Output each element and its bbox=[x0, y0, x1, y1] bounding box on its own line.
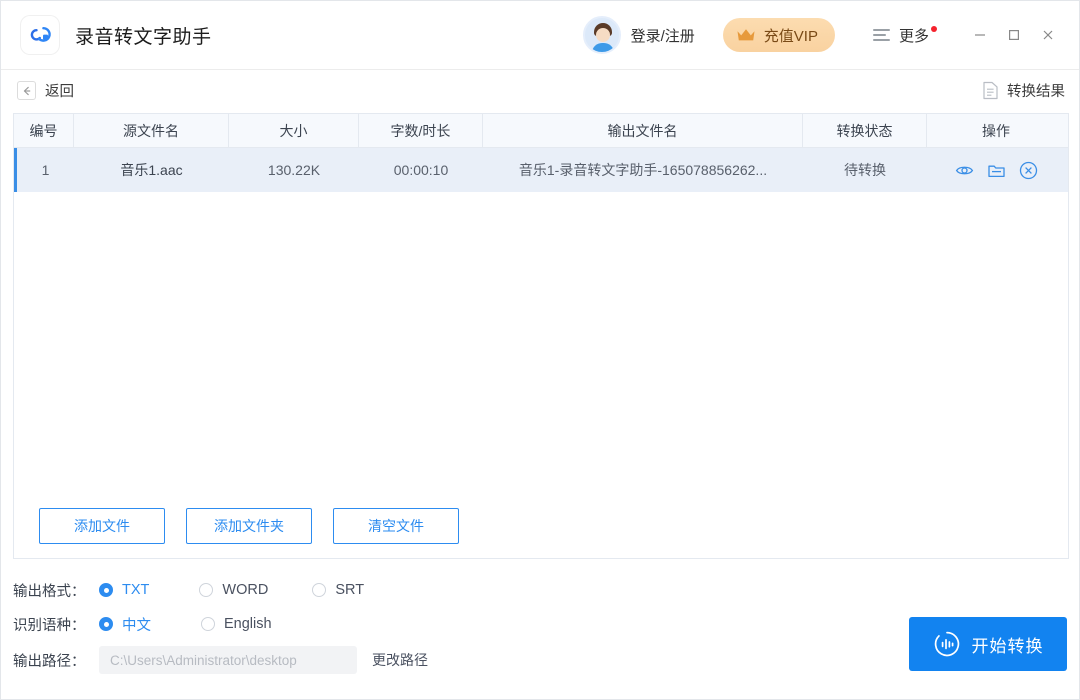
account-login-button[interactable]: 登录/注册 bbox=[583, 16, 695, 54]
user-avatar-icon bbox=[583, 16, 621, 54]
language-option-english-label: English bbox=[224, 616, 272, 632]
crown-icon bbox=[736, 27, 756, 43]
minimize-icon bbox=[973, 28, 987, 42]
sub-toolbar: 返回 转换结果 bbox=[1, 70, 1079, 111]
format-option-srt[interactable]: SRT bbox=[312, 582, 364, 598]
document-icon bbox=[982, 81, 999, 100]
title-bar: 录音转文字助手 登录/注册 充值VIP 更多 bbox=[1, 1, 1079, 70]
column-header-operations: 操作 bbox=[927, 114, 1065, 147]
more-label: 更多 bbox=[899, 25, 929, 46]
folder-icon bbox=[987, 161, 1006, 180]
output-format-label: 输出格式： bbox=[13, 580, 99, 601]
waveform-circle-icon bbox=[933, 630, 961, 658]
delete-button[interactable] bbox=[1019, 161, 1038, 180]
back-button[interactable]: 返回 bbox=[17, 80, 74, 101]
recharge-vip-button[interactable]: 充值VIP bbox=[723, 18, 835, 52]
format-option-word-label: WORD bbox=[222, 582, 268, 598]
app-logo-icon bbox=[21, 16, 59, 54]
output-path-row: 输出路径： 更改路径 bbox=[13, 641, 713, 679]
maximize-icon bbox=[1007, 28, 1021, 42]
table-header-row: 编号 源文件名 大小 字数/时长 输出文件名 转换状态 操作 bbox=[14, 114, 1068, 148]
cell-source-name: 音乐1.aac bbox=[74, 148, 229, 192]
eye-icon bbox=[955, 161, 974, 180]
cell-index: 1 bbox=[17, 148, 74, 192]
arrow-left-icon bbox=[17, 81, 36, 100]
format-option-txt[interactable]: TXT bbox=[99, 582, 149, 598]
back-label: 返回 bbox=[45, 80, 74, 101]
file-action-buttons: 添加文件 添加文件夹 清空文件 bbox=[39, 508, 459, 544]
settings-panel: 输出格式： TXT WORD SRT 识别语种： 中文 English bbox=[13, 573, 713, 679]
application-window: 录音转文字助手 登录/注册 充值VIP 更多 bbox=[0, 0, 1080, 700]
output-path-label: 输出路径： bbox=[13, 650, 99, 671]
hamburger-menu-icon bbox=[873, 29, 890, 41]
file-list-panel: 编号 源文件名 大小 字数/时长 输出文件名 转换状态 操作 1 音乐1.aac… bbox=[13, 113, 1069, 559]
column-header-duration: 字数/时长 bbox=[359, 114, 483, 147]
account-label: 登录/注册 bbox=[631, 25, 695, 46]
conversion-result-label: 转换结果 bbox=[1007, 80, 1065, 101]
radio-dot-txt bbox=[99, 583, 113, 597]
output-format-row: 输出格式： TXT WORD SRT bbox=[13, 573, 713, 607]
close-circle-icon bbox=[1019, 161, 1038, 180]
column-header-output-name: 输出文件名 bbox=[483, 114, 803, 147]
format-option-txt-label: TXT bbox=[122, 582, 149, 598]
cell-output-name: 音乐1-录音转文字助手-165078856262... bbox=[483, 148, 803, 192]
language-label: 识别语种： bbox=[13, 614, 99, 635]
open-folder-button[interactable] bbox=[987, 161, 1006, 180]
language-row: 识别语种： 中文 English bbox=[13, 607, 713, 641]
start-conversion-button[interactable]: 开始转换 bbox=[909, 617, 1067, 671]
change-path-button[interactable]: 更改路径 bbox=[372, 650, 428, 670]
more-menu-button[interactable]: 更多 bbox=[873, 25, 929, 46]
preview-button[interactable] bbox=[955, 161, 974, 180]
language-option-chinese-label: 中文 bbox=[122, 614, 151, 635]
column-header-index: 编号 bbox=[14, 114, 74, 147]
format-option-word[interactable]: WORD bbox=[199, 582, 268, 598]
cell-operations bbox=[927, 148, 1065, 192]
column-header-size: 大小 bbox=[229, 114, 359, 147]
add-folder-button[interactable]: 添加文件夹 bbox=[186, 508, 312, 544]
output-path-input[interactable] bbox=[99, 646, 357, 674]
start-conversion-label: 开始转换 bbox=[972, 632, 1044, 657]
cell-status: 待转换 bbox=[803, 148, 927, 192]
maximize-button[interactable] bbox=[997, 18, 1031, 52]
radio-dot-word bbox=[199, 583, 213, 597]
radio-dot-english bbox=[201, 617, 215, 631]
close-icon bbox=[1041, 28, 1055, 42]
radio-dot-chinese bbox=[99, 617, 113, 631]
table-body: 1 音乐1.aac 130.22K 00:00:10 音乐1-录音转文字助手-1… bbox=[14, 148, 1068, 558]
language-option-english[interactable]: English bbox=[201, 616, 272, 632]
clear-files-button[interactable]: 清空文件 bbox=[333, 508, 459, 544]
cell-size: 130.22K bbox=[229, 148, 359, 192]
red-dot-badge bbox=[931, 26, 937, 32]
conversion-result-button[interactable]: 转换结果 bbox=[982, 80, 1065, 101]
column-header-source-name: 源文件名 bbox=[74, 114, 229, 147]
add-file-button[interactable]: 添加文件 bbox=[39, 508, 165, 544]
radio-dot-srt bbox=[312, 583, 326, 597]
app-title: 录音转文字助手 bbox=[75, 22, 212, 49]
format-option-srt-label: SRT bbox=[335, 582, 364, 598]
close-button[interactable] bbox=[1031, 18, 1065, 52]
minimize-button[interactable] bbox=[963, 18, 997, 52]
vip-label: 充值VIP bbox=[764, 25, 818, 46]
language-option-chinese[interactable]: 中文 bbox=[99, 614, 151, 635]
cell-duration: 00:00:10 bbox=[359, 148, 483, 192]
column-header-status: 转换状态 bbox=[803, 114, 927, 147]
table-row[interactable]: 1 音乐1.aac 130.22K 00:00:10 音乐1-录音转文字助手-1… bbox=[14, 148, 1068, 192]
